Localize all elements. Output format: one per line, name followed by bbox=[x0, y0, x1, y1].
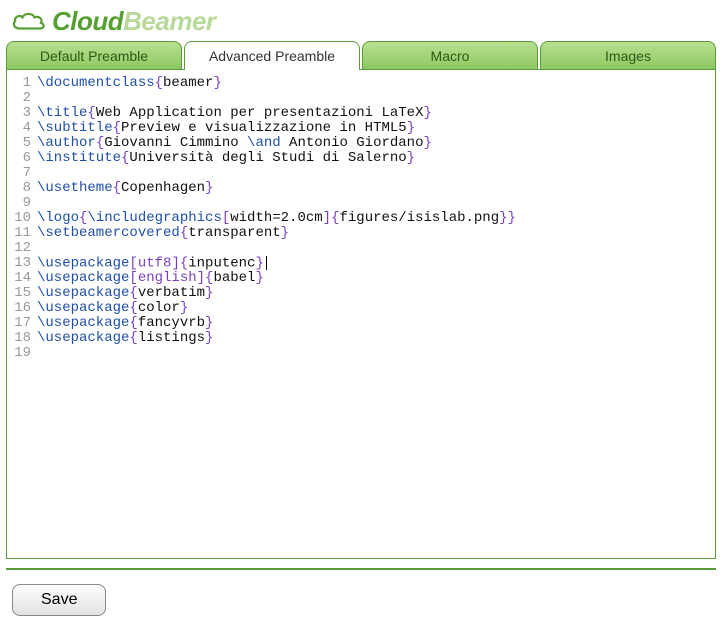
code-line[interactable]: \setbeamercovered{transparent} bbox=[37, 226, 715, 241]
line-number: 5 bbox=[7, 136, 31, 151]
line-number: 7 bbox=[7, 166, 31, 181]
code-line[interactable] bbox=[37, 196, 715, 211]
line-number: 4 bbox=[7, 121, 31, 136]
line-number: 3 bbox=[7, 106, 31, 121]
tab-default-preamble[interactable]: Default Preamble bbox=[6, 41, 182, 70]
code-line[interactable]: \usepackage{fancyvrb} bbox=[37, 316, 715, 331]
tab-advanced-preamble[interactable]: Advanced Preamble bbox=[184, 41, 360, 70]
code-line[interactable]: \title{Web Application per presentazioni… bbox=[37, 106, 715, 121]
code-line[interactable] bbox=[37, 166, 715, 181]
logo-word-1: Cloud bbox=[52, 6, 123, 36]
line-number: 19 bbox=[7, 346, 31, 361]
code-line[interactable]: \logo{\includegraphics[width=2.0cm]{figu… bbox=[37, 211, 715, 226]
text-cursor bbox=[266, 256, 267, 270]
line-number: 14 bbox=[7, 271, 31, 286]
line-number: 10 bbox=[7, 211, 31, 226]
code-line[interactable] bbox=[37, 91, 715, 106]
line-number: 16 bbox=[7, 301, 31, 316]
tab-bar: Default Preamble Advanced Preamble Macro… bbox=[4, 41, 718, 70]
line-number: 6 bbox=[7, 151, 31, 166]
tab-images[interactable]: Images bbox=[540, 41, 716, 70]
line-number: 15 bbox=[7, 286, 31, 301]
cloud-icon bbox=[10, 10, 48, 34]
code-line[interactable]: \institute{Università degli Studi di Sal… bbox=[37, 151, 715, 166]
line-gutter: 12345678910111213141516171819 bbox=[7, 76, 37, 361]
line-number: 11 bbox=[7, 226, 31, 241]
code-line[interactable]: \documentclass{beamer} bbox=[37, 76, 715, 91]
line-number: 18 bbox=[7, 331, 31, 346]
code-editor[interactable]: 12345678910111213141516171819 \documentc… bbox=[6, 69, 716, 559]
line-number: 13 bbox=[7, 256, 31, 271]
save-button[interactable]: Save bbox=[12, 584, 106, 616]
code-line[interactable]: \usepackage[english]{babel} bbox=[37, 271, 715, 286]
logo-text: CloudBeamer bbox=[52, 6, 216, 37]
tab-macro[interactable]: Macro bbox=[362, 41, 538, 70]
code-line[interactable]: \author{Giovanni Cimmino \and Antonio Gi… bbox=[37, 136, 715, 151]
code-line[interactable]: \usetheme{Copenhagen} bbox=[37, 181, 715, 196]
footer: Save bbox=[6, 568, 716, 616]
code-line[interactable] bbox=[37, 241, 715, 256]
app-logo: CloudBeamer bbox=[4, 4, 718, 39]
line-number: 17 bbox=[7, 316, 31, 331]
code-line[interactable]: \usepackage[utf8]{inputenc} bbox=[37, 256, 715, 271]
code-area[interactable]: \documentclass{beamer} \title{Web Applic… bbox=[37, 76, 715, 361]
code-line[interactable]: \usepackage{color} bbox=[37, 301, 715, 316]
line-number: 1 bbox=[7, 76, 31, 91]
line-number: 2 bbox=[7, 91, 31, 106]
logo-word-2: Beamer bbox=[123, 6, 215, 36]
code-line[interactable]: \subtitle{Preview e visualizzazione in H… bbox=[37, 121, 715, 136]
line-number: 12 bbox=[7, 241, 31, 256]
line-number: 8 bbox=[7, 181, 31, 196]
code-line[interactable]: \usepackage{listings} bbox=[37, 331, 715, 346]
line-number: 9 bbox=[7, 196, 31, 211]
code-line[interactable] bbox=[37, 346, 715, 361]
code-line[interactable]: \usepackage{verbatim} bbox=[37, 286, 715, 301]
